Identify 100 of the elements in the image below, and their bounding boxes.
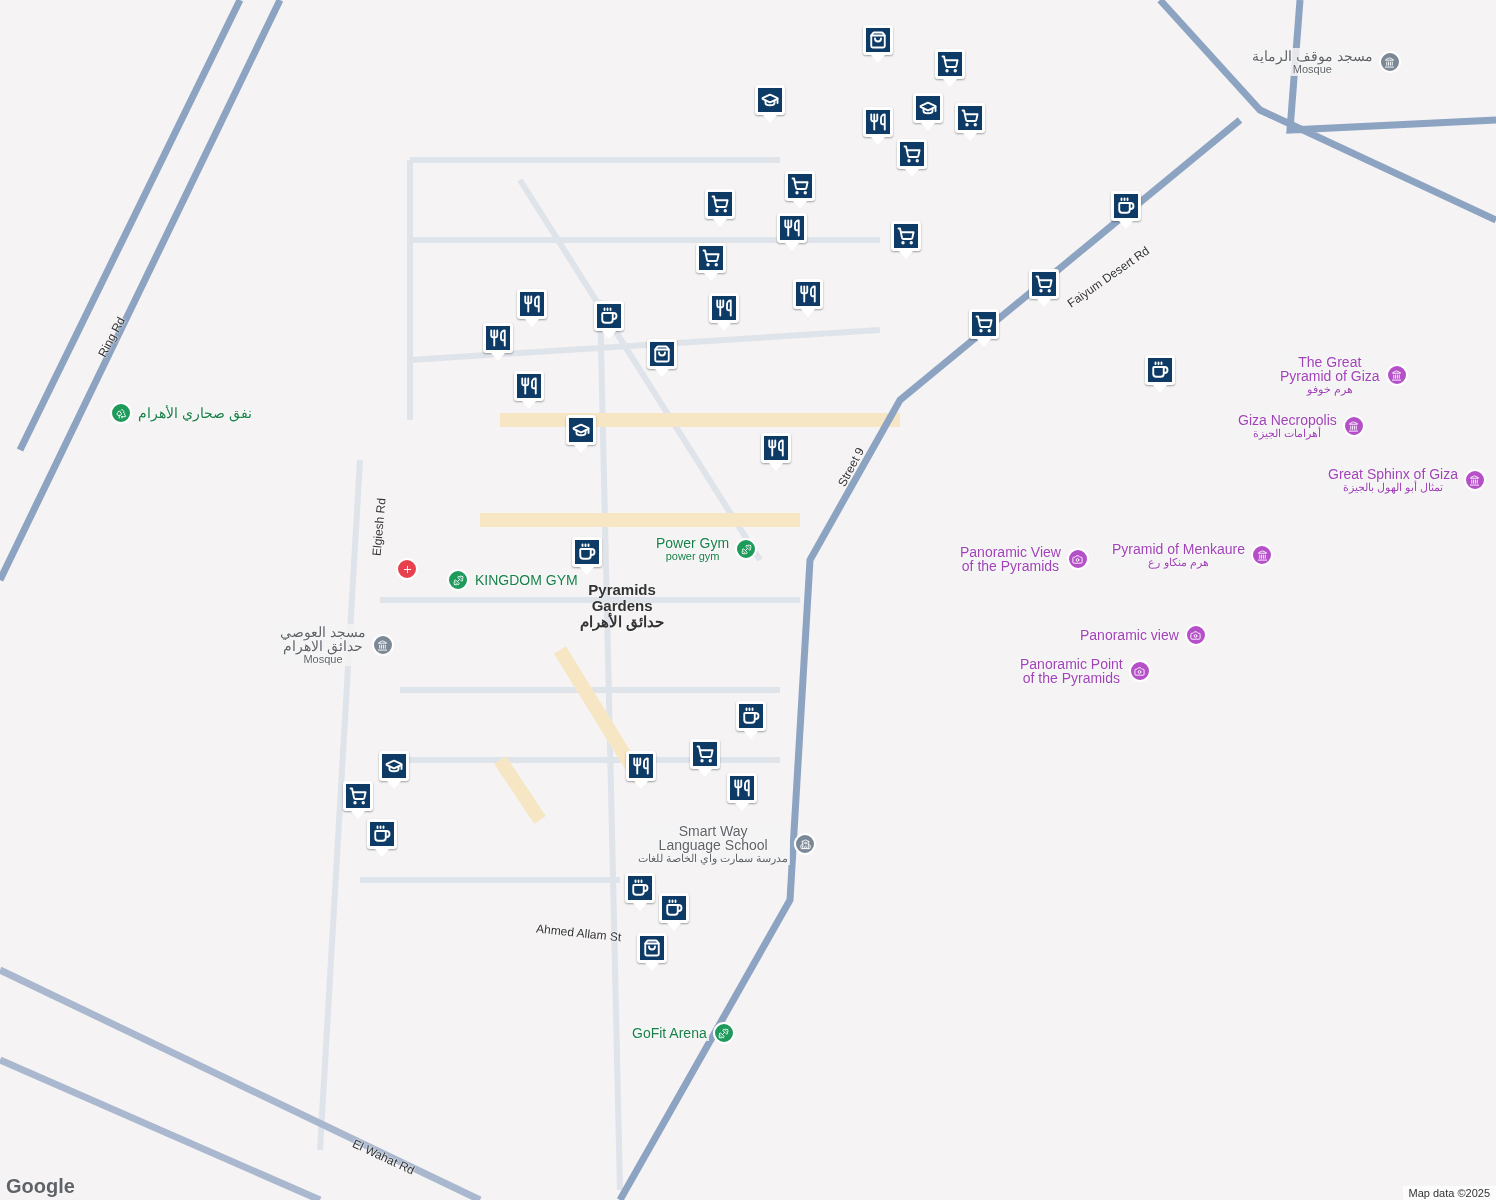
school-icon	[385, 757, 403, 775]
cart-marker[interactable]	[935, 49, 965, 87]
place-label[interactable]: Panoramic view	[1078, 627, 1181, 643]
mosque-icon	[377, 639, 389, 651]
school-marker[interactable]	[379, 751, 409, 789]
museum-icon	[1391, 369, 1403, 381]
map-attribution: Map data ©2025	[1402, 1186, 1496, 1200]
cart-marker[interactable]	[343, 781, 373, 819]
bag-marker[interactable]	[647, 339, 677, 377]
place-label[interactable]: Power Gym power gym	[654, 535, 732, 563]
cup-marker[interactable]	[625, 873, 655, 911]
cart-icon	[702, 249, 720, 267]
cup-icon	[600, 307, 618, 325]
map-logo: Google	[6, 1175, 75, 1198]
camera-icon	[1134, 665, 1146, 677]
utensils-icon	[632, 757, 650, 775]
camera-pin[interactable]	[1184, 624, 1207, 646]
utensils-marker[interactable]	[514, 371, 544, 409]
utensils-icon	[489, 329, 507, 347]
school-icon	[761, 91, 779, 109]
cart-icon	[897, 227, 915, 245]
hospital-pin[interactable]	[396, 558, 418, 580]
utensils-marker[interactable]	[517, 289, 547, 327]
dumbbell-icon	[452, 574, 464, 586]
cart-marker[interactable]	[785, 171, 815, 209]
utensils-icon	[523, 295, 541, 313]
museum-icon	[1469, 474, 1481, 486]
cup-marker[interactable]	[659, 893, 689, 931]
cup-marker[interactable]	[594, 301, 624, 339]
cart-marker[interactable]	[955, 103, 985, 141]
utensils-marker[interactable]	[863, 107, 893, 145]
cart-icon	[349, 787, 367, 805]
cup-icon	[578, 543, 596, 561]
cart-icon	[903, 145, 921, 163]
bag-icon	[869, 31, 887, 49]
place-label[interactable]: Panoramic View of the Pyramids	[958, 544, 1063, 574]
bag-icon	[643, 939, 661, 957]
utensils-marker[interactable]	[777, 213, 807, 251]
museum-pin[interactable]	[1342, 415, 1365, 437]
museum-icon	[1256, 549, 1268, 561]
place-label[interactable]: نفق صحاري الأهرام	[136, 405, 254, 421]
utensils-icon	[799, 285, 817, 303]
school-marker[interactable]	[755, 85, 785, 123]
cup-icon	[742, 707, 760, 725]
dumbbell-pin[interactable]	[447, 569, 469, 591]
museum-pin[interactable]	[1385, 364, 1408, 386]
museum-pin[interactable]	[1463, 469, 1486, 491]
cart-icon	[696, 745, 714, 763]
cart-marker[interactable]	[696, 243, 726, 281]
hospital-icon	[401, 563, 413, 575]
cart-marker[interactable]	[891, 221, 921, 259]
museum-icon	[1348, 420, 1360, 432]
cup-marker[interactable]	[736, 701, 766, 739]
tree-icon	[115, 407, 127, 419]
utensils-icon	[733, 779, 751, 797]
road-label: Ahmed Allam St	[535, 921, 622, 945]
bag-marker[interactable]	[637, 933, 667, 971]
cart-icon	[975, 315, 993, 333]
cup-marker[interactable]	[1145, 355, 1175, 393]
cup-marker[interactable]	[572, 537, 602, 575]
bag-marker[interactable]	[863, 25, 893, 63]
school-marker[interactable]	[566, 415, 596, 453]
utensils-marker[interactable]	[761, 433, 791, 471]
cup-marker[interactable]	[1111, 191, 1141, 229]
cart-marker[interactable]	[690, 739, 720, 777]
cart-marker[interactable]	[969, 309, 999, 347]
cart-marker[interactable]	[897, 139, 927, 177]
cup-icon	[665, 899, 683, 917]
utensils-marker[interactable]	[626, 751, 656, 789]
cup-icon	[631, 879, 649, 897]
cup-icon	[1117, 197, 1135, 215]
school-marker[interactable]	[913, 93, 943, 131]
utensils-icon	[520, 377, 538, 395]
museum-pin[interactable]	[1251, 544, 1274, 566]
place-label[interactable]: KINGDOM GYM	[473, 572, 580, 588]
utensils-marker[interactable]	[793, 279, 823, 317]
school-icon	[919, 99, 937, 117]
camera-pin[interactable]	[1128, 660, 1151, 682]
cup-marker[interactable]	[367, 819, 397, 857]
mosque-pin[interactable]	[371, 634, 394, 656]
tree-pin[interactable]	[110, 402, 132, 424]
road-label: Ring Rd	[95, 314, 129, 360]
utensils-marker[interactable]	[483, 323, 513, 361]
dumbbell-pin[interactable]	[712, 1022, 735, 1044]
school-pin[interactable]	[794, 833, 817, 855]
dumbbell-pin[interactable]	[735, 538, 758, 560]
bag-icon	[653, 345, 671, 363]
mosque-pin[interactable]	[1378, 51, 1401, 73]
place-label[interactable]: Panoramic Point of the Pyramids	[1018, 656, 1125, 686]
place-label[interactable]: GoFit Arena	[630, 1025, 709, 1041]
utensils-icon	[715, 299, 733, 317]
utensils-marker[interactable]	[709, 293, 739, 331]
utensils-icon	[869, 113, 887, 131]
cart-marker[interactable]	[705, 189, 735, 227]
utensils-marker[interactable]	[727, 773, 757, 811]
cart-marker[interactable]	[1029, 269, 1059, 307]
camera-pin[interactable]	[1066, 548, 1089, 570]
dumbbell-icon	[718, 1027, 730, 1039]
cart-icon	[1035, 275, 1053, 293]
dumbbell-icon	[740, 543, 752, 555]
